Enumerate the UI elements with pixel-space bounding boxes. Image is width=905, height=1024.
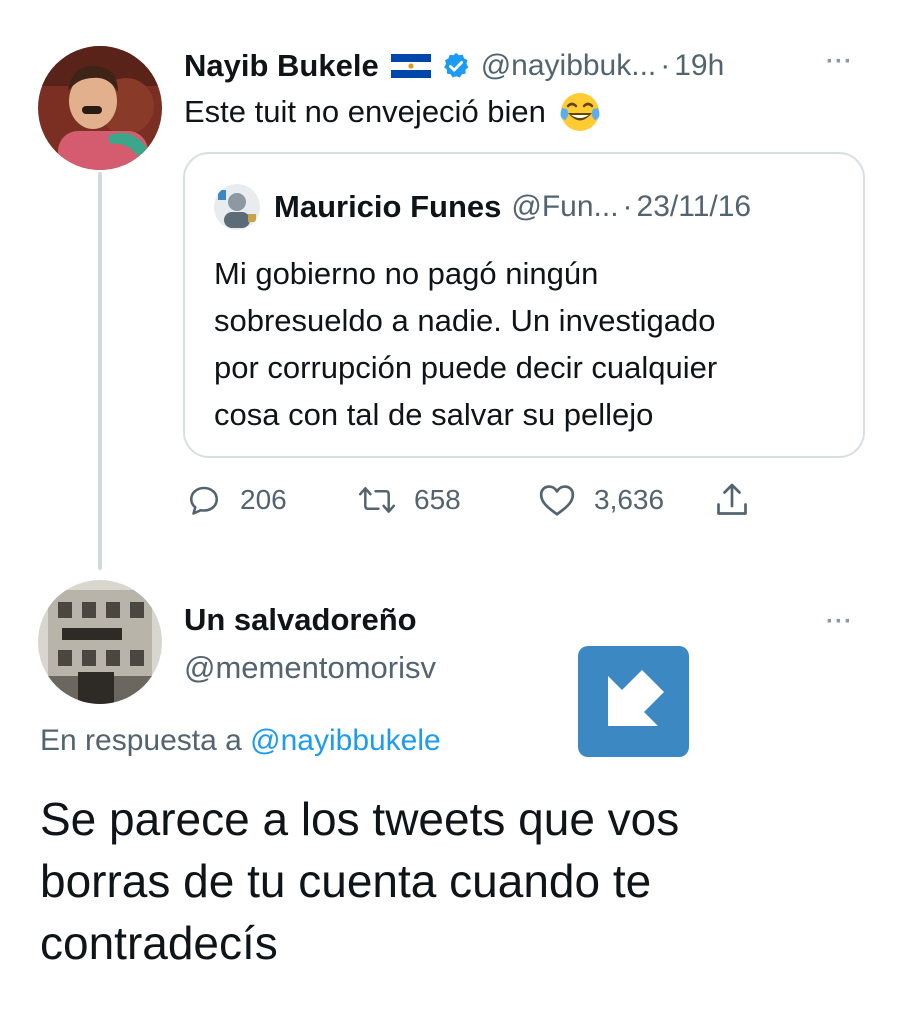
verified-badge-icon [441, 51, 471, 81]
face-with-tears-of-joy-icon [558, 90, 602, 134]
replying-prefix: En respuesta a [40, 724, 242, 757]
quoted-text-line: por corrupción puede decir cualquier [214, 350, 718, 385]
quoted-text-line: sobresueldo a nadie. Un investigado [214, 303, 716, 338]
el-salvador-flag-icon [390, 54, 431, 78]
reply-author-handle[interactable]: @mementomorisv [184, 650, 436, 686]
more-options-icon[interactable]: ··· [826, 608, 853, 636]
tweet-timestamp[interactable]: 19h [674, 49, 724, 83]
quoted-tweet-text: Mi gobierno no pagó ningún sobresueldo a… [214, 250, 844, 438]
retweet-icon [358, 482, 396, 518]
quoted-text-line: cosa con tal de salvar su pellejo [214, 397, 654, 432]
quoted-author-name[interactable]: Mauricio Funes [274, 189, 501, 225]
mauricio-funes-avatar[interactable] [214, 184, 260, 230]
retweet-button[interactable]: 658 [358, 478, 461, 522]
like-button[interactable]: 3,636 [538, 478, 664, 522]
retweet-count: 658 [414, 484, 461, 515]
reply-count: 206 [240, 484, 287, 515]
quoted-author-handle[interactable]: @Fun... [511, 190, 618, 224]
share-button[interactable] [714, 478, 750, 522]
share-icon [714, 480, 750, 520]
quoted-tweet-header: Mauricio Funes @Fun... · 23/11/16 [214, 184, 751, 230]
heart-icon [538, 482, 576, 518]
replying-to-link[interactable]: @nayibbukele [250, 724, 441, 757]
reply-text-line: borras de tu cuenta cuando te [40, 855, 652, 907]
nayib-bukele-avatar[interactable] [38, 46, 162, 170]
reply-author-name[interactable]: Un salvadoreño [184, 602, 417, 638]
author-name[interactable]: Nayib Bukele [184, 48, 379, 84]
more-options-icon[interactable]: ··· [826, 48, 853, 76]
author-handle[interactable]: @nayibbuk... [481, 49, 657, 83]
quoted-text-line: Mi gobierno no pagó ningún [214, 256, 599, 291]
quoted-tweet-date[interactable]: 23/11/16 [637, 190, 752, 224]
separator-dot: · [622, 190, 633, 223]
down-left-arrow-icon [578, 646, 689, 757]
reply-icon [186, 482, 222, 518]
reply-button[interactable]: 206 [186, 478, 287, 522]
replying-to-label: En respuesta a @nayibbukele [40, 724, 441, 758]
reply-tweet-text: Se parece a los tweets que vos borras de… [40, 788, 870, 974]
tweet-text: Este tuit no envejeció bien [184, 90, 602, 134]
reply-text-line: Se parece a los tweets que vos [40, 793, 680, 845]
separator-dot: · [660, 49, 671, 82]
tweet-header: Nayib Bukele @nayibbuk... · 19h [184, 44, 724, 88]
thread-connector-line [98, 172, 102, 570]
un-salvadoreno-avatar[interactable] [38, 580, 162, 704]
like-count: 3,636 [594, 484, 665, 515]
tweet-action-bar: 206 658 3,636 [186, 478, 766, 522]
reply-text-line: contradecís [40, 917, 278, 969]
tweet-body: Este tuit no envejeció bien [184, 94, 546, 129]
